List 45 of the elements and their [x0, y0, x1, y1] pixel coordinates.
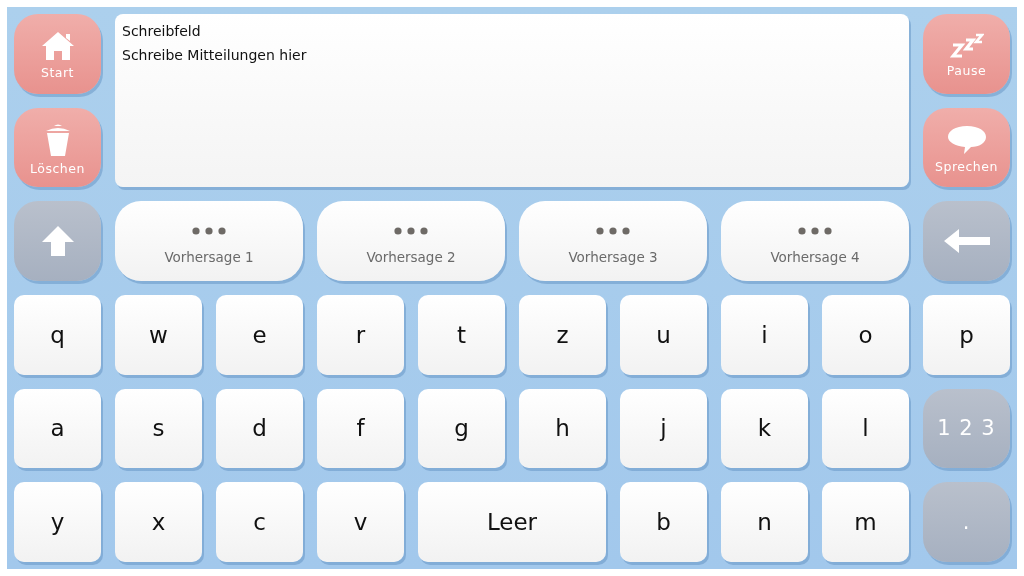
keyboard-key[interactable]: r: [317, 295, 404, 375]
keyboard-key[interactable]: i: [721, 295, 808, 375]
keyboard-key[interactable]: u: [620, 295, 707, 375]
prediction-button[interactable]: Vorhersage 1: [115, 201, 303, 281]
keyboard-key[interactable]: w: [115, 295, 202, 375]
keyboard-key[interactable]: z: [519, 295, 606, 375]
space-key[interactable]: Leer: [418, 482, 606, 562]
keyboard-key[interactable]: p: [923, 295, 1010, 375]
sleep-icon: [949, 33, 984, 60]
keyboard-key[interactable]: g: [418, 388, 505, 469]
keyboard-key[interactable]: j: [620, 388, 707, 469]
speech-bubble-icon: [946, 125, 987, 155]
keyboard-key[interactable]: v: [317, 482, 404, 562]
prediction-button[interactable]: Vorhersage 2: [317, 201, 505, 281]
keyboard-key[interactable]: l: [822, 388, 909, 469]
keyboard-key[interactable]: y: [14, 482, 101, 562]
home-icon: [40, 31, 75, 62]
dots-icon: [192, 227, 226, 236]
text-field[interactable]: Schreibfeld Schreibe Mitteilungen hier: [115, 14, 909, 188]
keyboard-key[interactable]: f: [317, 388, 404, 469]
prediction-button[interactable]: Vorhersage 3: [519, 201, 707, 281]
arrow-left-icon: [942, 228, 991, 255]
prediction-button[interactable]: Vorhersage 4: [721, 201, 909, 281]
keyboard-key[interactable]: b: [620, 482, 707, 562]
keyboard-key[interactable]: c: [216, 482, 303, 562]
keyboard-key[interactable]: q: [14, 295, 101, 375]
keyboard-key[interactable]: t: [418, 295, 505, 375]
field-title: Schreibfeld: [122, 23, 201, 39]
keyboard-key[interactable]: o: [822, 295, 909, 375]
dots-icon: [596, 227, 630, 236]
keyboard-key[interactable]: s: [115, 388, 202, 469]
backspace-button[interactable]: [923, 201, 1010, 281]
keyboard-key[interactable]: d: [216, 388, 303, 469]
dots-icon: [394, 227, 428, 236]
keyboard-key[interactable]: n: [721, 482, 808, 562]
arrow-up-icon: [40, 225, 75, 258]
keyboard-key[interactable]: x: [115, 482, 202, 562]
keyboard-key[interactable]: h: [519, 388, 606, 469]
keyboard-key[interactable]: a: [14, 388, 101, 469]
shift-button[interactable]: [14, 201, 101, 281]
keyboard-key[interactable]: e: [216, 295, 303, 375]
dots-icon: [798, 227, 832, 236]
keyboard-key[interactable]: m: [822, 482, 909, 562]
keyboard-key[interactable]: k: [721, 388, 808, 469]
field-placeholder: Schreibe Mitteilungen hier: [122, 47, 307, 63]
